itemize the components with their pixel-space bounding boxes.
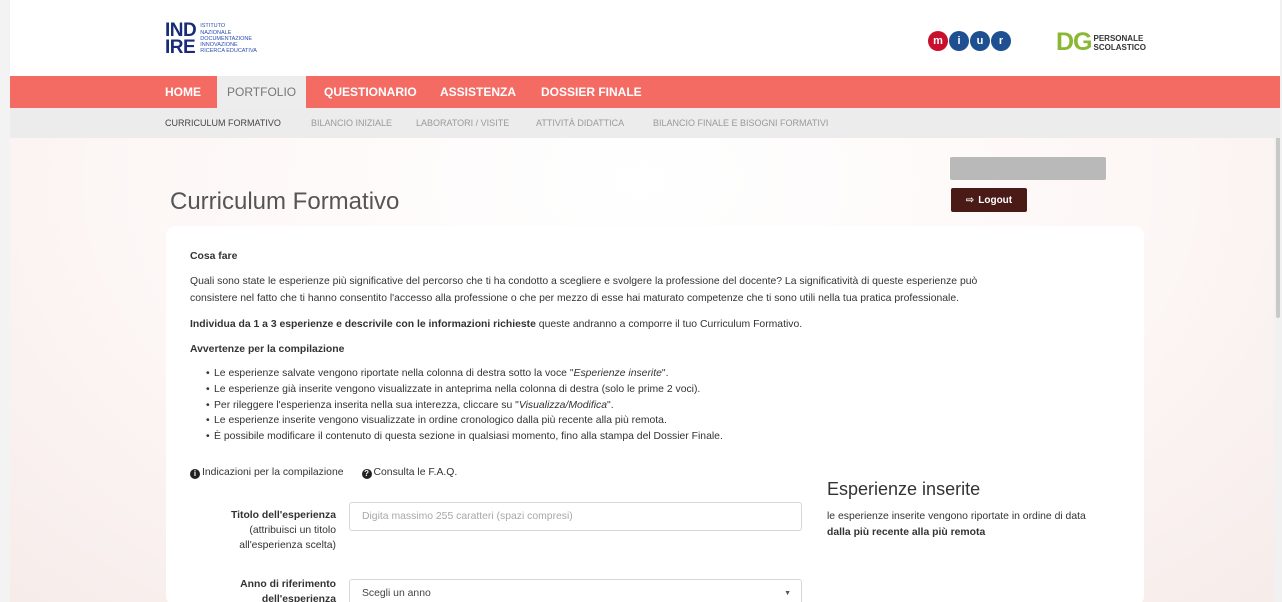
anno-label: Anno di riferimento dell'esperienza (186, 577, 336, 602)
indire-logo-letters: IND IRE (165, 21, 197, 58)
miur-letter-i: i (949, 31, 969, 51)
page-title: Curriculum Formativo (170, 188, 400, 215)
bullet-text: Le esperienze salvate vengono riportate … (214, 368, 574, 379)
nav-item-home[interactable]: HOME (165, 76, 201, 108)
dg-sub-line: PERSONALE (1093, 33, 1144, 43)
info-icon: i (190, 469, 200, 479)
titolo-input[interactable] (350, 503, 801, 530)
intro-text-line: Quali sono state le esperienze più signi… (190, 276, 978, 287)
subnav-item-bilancio-iniziale[interactable]: BILANCIO INIZIALE (311, 118, 392, 128)
question-icon: ? (361, 469, 372, 479)
anno-select[interactable]: Scegli un anno ▼ (349, 579, 802, 602)
site-header: IND IRE Istituto Nazionale Documentazion… (10, 0, 1280, 76)
list-item: Per rileggere l'esperienza inserita nell… (206, 400, 723, 416)
list-item: Le esperienze salvate vengono riportate … (206, 368, 723, 384)
anno-select-value: Scegli un anno (362, 588, 431, 599)
subnav-item-attivita-didattica[interactable]: ATTIVITÀ DIDATTICA (536, 118, 624, 128)
bullet-text: Le esperienze inserite vengono visualizz… (214, 415, 667, 427)
bullet-text: Per rileggere l'esperienza inserita nell… (214, 399, 519, 411)
bullet-text: Le esperienze già inserite vengono visua… (214, 383, 701, 395)
intro-text-line: consistere nel fatto che ti hanno consen… (190, 293, 960, 304)
list-item: Le esperienze già inserite vengono visua… (206, 384, 723, 400)
titolo-label-main: Titolo dell'esperienza (230, 510, 336, 521)
miur-logo[interactable]: m i u r (928, 31, 1011, 51)
cosa-fare-heading: Cosa fare (190, 251, 238, 262)
bullet-text: ". (607, 399, 614, 411)
logout-label: Logout (978, 194, 1013, 206)
individua-bold: Individua da 1 a 3 esperienze e descrivi… (190, 319, 536, 330)
esperienze-desc-bold: dalla più recente alla più remota (827, 527, 986, 538)
list-item: Le esperienze inserite vengono visualizz… (206, 415, 723, 431)
bullet-emphasis: Visualizza/Modifica (518, 399, 608, 411)
help-links: i Indicazioni per la compilazione ? Consul… (190, 467, 457, 479)
subnav-item-curriculum-formativo[interactable]: CURRICULUM FORMATIVO (165, 118, 281, 128)
esperienze-desc-line: le esperienze inserite vengono riportate… (827, 511, 1086, 522)
nav-item-portfolio[interactable]: PORTFOLIO (217, 76, 307, 108)
content-card: Cosa fare Quali sono state le esperienze… (166, 226, 1144, 602)
anno-label-line: dell'esperienza (261, 594, 336, 602)
esperienze-inserite-desc: le esperienze inserite vengono riportate… (827, 509, 1086, 541)
bullet-text: È possibile modificare il contenuto di q… (214, 431, 723, 443)
bullet-text: ". (661, 368, 669, 379)
dg-letters: DG (1056, 28, 1092, 56)
dg-sub-line: SCOLASTICO (1093, 42, 1146, 52)
logout-button[interactable]: ⇨ Logout (951, 188, 1027, 212)
main-nav: HOME PORTFOLIO QUESTIONARIO ASSISTENZA D… (10, 76, 1280, 108)
subnav-item-bilancio-finale[interactable]: BILANCIO FINALE E BISOGNI FORMATIVI (653, 118, 828, 128)
dg-subtitle: PERSONALE SCOLASTICO (1094, 34, 1146, 52)
dg-personale-scolastico-logo[interactable]: DG PERSONALE SCOLASTICO (1056, 28, 1146, 57)
individua-rest: queste andranno a comporre il tuo Curric… (535, 319, 803, 330)
miur-letter-m: m (928, 31, 948, 51)
avvertenze-heading: Avvertenze per la compilazione (190, 344, 345, 355)
miur-letter-r: r (991, 31, 1011, 51)
nav-item-questionario[interactable]: QUESTIONARIO (324, 76, 417, 108)
faq-link-label: Consulta le F.A.Q. (373, 467, 458, 478)
anno-label-line: Anno di riferimento (240, 579, 336, 590)
chevron-down-icon: ▼ (784, 590, 791, 597)
faq-link[interactable]: ? Consulta le F.A.Q. (361, 467, 458, 479)
individua-text: Individua da 1 a 3 esperienze e descrivi… (190, 319, 802, 330)
esperienze-inserite-heading: Esperienze inserite (827, 479, 981, 499)
list-item: È possibile modificare il contenuto di q… (206, 431, 723, 447)
avvertenze-list: Le esperienze salvate vengono riportate … (206, 368, 723, 447)
indire-letters-bottom: IRE (165, 37, 196, 58)
titolo-input-wrapper (349, 502, 802, 531)
nav-item-dossier-finale[interactable]: DOSSIER FINALE (541, 76, 642, 108)
subnav-item-laboratori-visite[interactable]: LABORATORI / VISITE (416, 118, 509, 128)
titolo-hint-line: (attribuisci un titolo (249, 525, 336, 536)
titolo-label: Titolo dell'esperienza (attribuisci un t… (186, 508, 336, 553)
nav-item-assistenza[interactable]: ASSISTENZA (440, 76, 516, 108)
left-edge (0, 0, 10, 602)
sub-nav: CURRICULUM FORMATIVO BILANCIO INIZIALE L… (10, 108, 1280, 138)
indire-sub-line: Ricerca Educativa (200, 48, 257, 55)
sign-out-icon: ⇨ (965, 194, 975, 206)
indicazioni-link[interactable]: i Indicazioni per la compilazione (190, 467, 344, 479)
bullet-emphasis: Esperienze inserite (573, 368, 662, 379)
redacted-username (950, 157, 1106, 180)
indire-logo[interactable]: IND IRE Istituto Nazionale Documentazion… (165, 18, 257, 60)
titolo-hint-line: all'esperienza scelta) (239, 540, 336, 551)
indicazioni-link-label: Indicazioni per la compilazione (202, 467, 344, 478)
miur-letter-u: u (970, 31, 990, 51)
indire-logo-subtitle: Istituto Nazionale Documentazione Innova… (200, 23, 257, 54)
